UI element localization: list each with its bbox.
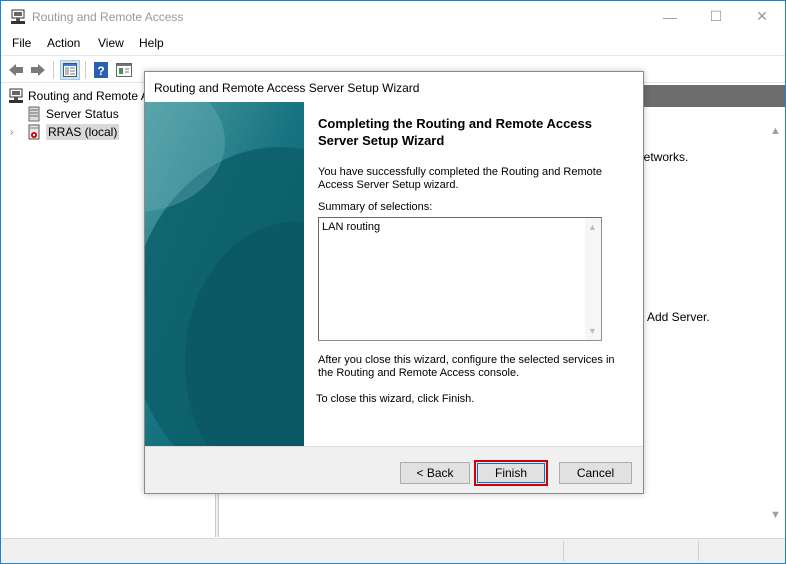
- show-hide-tree-icon: [63, 63, 77, 77]
- wizard-title: Routing and Remote Access Server Setup W…: [154, 81, 420, 95]
- summary-value: LAN routing: [322, 221, 381, 233]
- after-close-text: After you close this wizard, configure t…: [318, 354, 615, 379]
- tree-item-server-status[interactable]: Server Status: [26, 105, 119, 123]
- close-button[interactable]: ✕: [739, 1, 785, 32]
- forward-arrow-icon: [31, 64, 45, 76]
- finish-button[interactable]: Finish: [474, 460, 548, 486]
- setup-wizard-dialog: Routing and Remote Access Server Setup W…: [144, 71, 644, 494]
- menu-action[interactable]: Action: [47, 36, 80, 50]
- wizard-footer: < Back Finish Cancel: [145, 446, 643, 493]
- tree-item-label: RRAS (local): [46, 124, 120, 140]
- server-status-icon: [26, 106, 42, 122]
- status-bar: [1, 538, 785, 563]
- details-text-networks: networks.: [637, 150, 689, 164]
- help-icon: ?: [94, 62, 108, 78]
- wizard-banner-image: [145, 102, 304, 446]
- properties-icon: [116, 63, 132, 77]
- menu-file[interactable]: File: [12, 36, 31, 50]
- wizard-content: Completing the Routing and Remote Access…: [304, 102, 643, 446]
- tree-item-label: Server Status: [46, 107, 119, 121]
- minimize-button[interactable]: —: [647, 1, 693, 32]
- tree-item-root[interactable]: Routing and Remote A: [8, 87, 149, 105]
- menu-view[interactable]: View: [98, 36, 124, 50]
- properties-button[interactable]: [114, 60, 134, 80]
- forward-button[interactable]: [28, 60, 48, 80]
- success-text: You have successfully completed the Rout…: [318, 166, 602, 191]
- scroll-down-icon[interactable]: ▼: [770, 509, 781, 521]
- wizard-title-bar[interactable]: Routing and Remote Access Server Setup W…: [145, 72, 643, 102]
- close-instruction: To close this wizard, click Finish.: [316, 393, 475, 405]
- toolbar-separator: [85, 61, 86, 79]
- window-title: Routing and Remote Access: [32, 10, 184, 24]
- details-text-add-server: Add Server.: [647, 310, 710, 324]
- wizard-heading: Completing the Routing and Remote Access…: [318, 116, 592, 148]
- status-divider: [563, 541, 564, 561]
- minimize-icon: —: [663, 8, 677, 25]
- help-button[interactable]: ?: [91, 60, 111, 80]
- main-window: Routing and Remote Access — ☐ ✕ File Act…: [0, 0, 786, 564]
- server-icon: [26, 124, 42, 140]
- rras-root-icon: [8, 88, 24, 104]
- maximize-icon: ☐: [709, 8, 723, 24]
- scroll-down-icon[interactable]: ▼: [588, 326, 597, 336]
- status-divider: [698, 541, 699, 561]
- tree-item-rras-local[interactable]: RRAS (local): [26, 123, 120, 141]
- back-button[interactable]: [6, 60, 26, 80]
- summary-scrollbar[interactable]: ▲ ▼: [585, 218, 601, 340]
- rras-app-icon: [10, 9, 26, 25]
- details-scrollbar[interactable]: ▲ ▼: [767, 109, 784, 537]
- toolbar-separator: [53, 61, 54, 79]
- menu-help[interactable]: Help: [139, 36, 164, 50]
- summary-textbox[interactable]: LAN routing ▲ ▼: [318, 217, 602, 341]
- close-icon: ✕: [756, 8, 768, 24]
- scroll-up-icon[interactable]: ▲: [588, 222, 597, 232]
- tree-root-label: Routing and Remote A: [28, 89, 149, 103]
- back-arrow-icon: [9, 64, 23, 76]
- back-button[interactable]: < Back: [400, 462, 470, 484]
- menu-bar: File Action View Help: [1, 33, 785, 54]
- summary-label: Summary of selections:: [318, 201, 433, 213]
- cancel-button[interactable]: Cancel: [559, 462, 632, 484]
- show-hide-tree-button[interactable]: [60, 60, 80, 80]
- scroll-up-icon[interactable]: ▲: [770, 125, 781, 137]
- svg-text:?: ?: [97, 64, 104, 78]
- maximize-button[interactable]: ☐: [693, 1, 739, 32]
- chevron-right-icon[interactable]: ›: [10, 127, 13, 138]
- title-bar[interactable]: Routing and Remote Access — ☐ ✕: [1, 1, 785, 32]
